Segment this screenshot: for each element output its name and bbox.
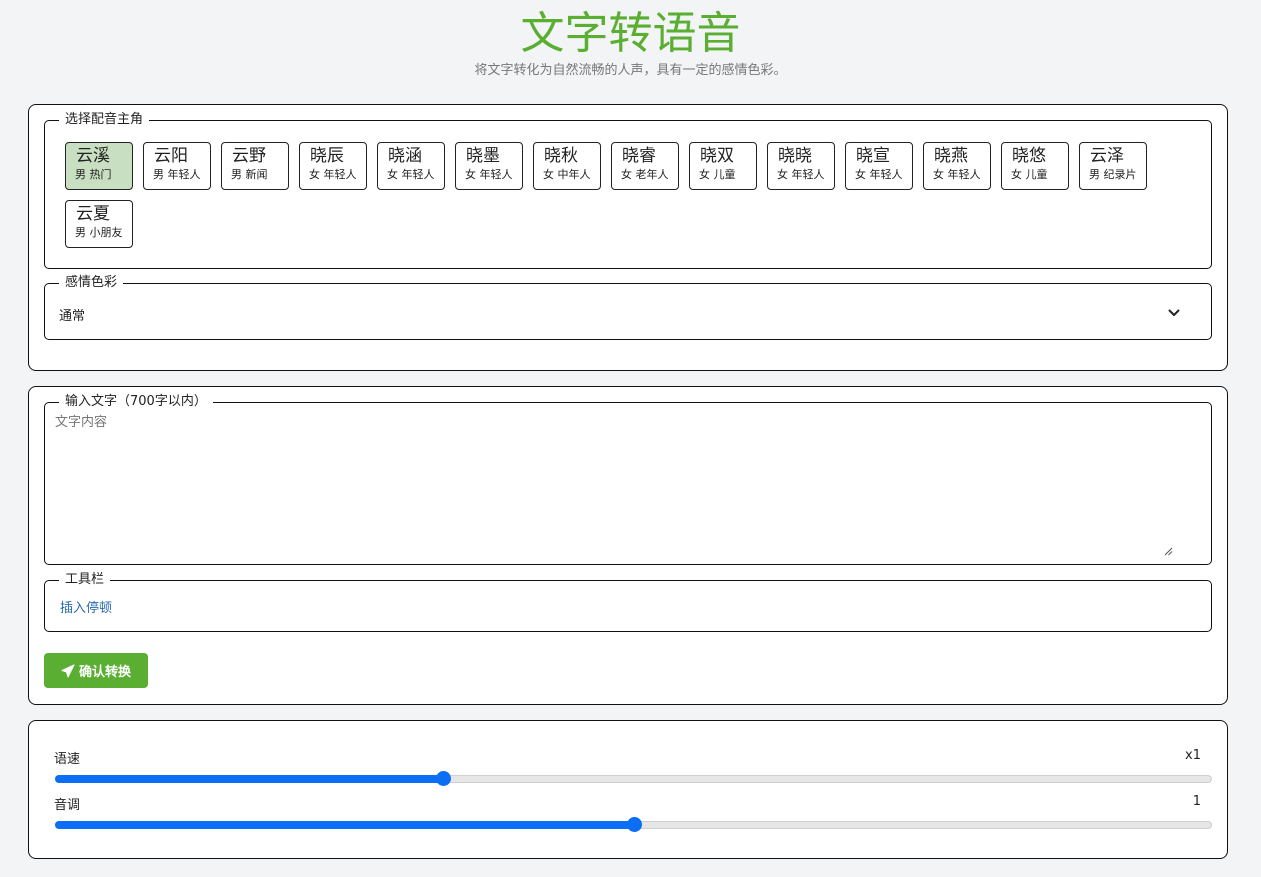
voice-option[interactable]: 晓秋女 中年人 bbox=[533, 142, 601, 190]
emotion-legend: 感情色彩 bbox=[65, 275, 118, 290]
voice-name: 晓晓 bbox=[778, 146, 812, 166]
slider-card: 语速 x1 音调 1 bbox=[28, 720, 1228, 859]
emotion-select-value: 通常 bbox=[59, 309, 86, 324]
input-card: 输入文字（700字以内） 工具栏 插入停顿 确认转换 bbox=[28, 386, 1228, 705]
text-input[interactable] bbox=[55, 411, 1185, 557]
pitch-slider-thumb[interactable] bbox=[627, 817, 642, 832]
voice-name: 晓悠 bbox=[1012, 146, 1046, 166]
voice-desc: 女 年轻人 bbox=[309, 168, 357, 181]
voice-option[interactable]: 晓宣女 年轻人 bbox=[845, 142, 913, 190]
voice-option[interactable]: 晓辰女 年轻人 bbox=[299, 142, 367, 190]
voice-name: 晓辰 bbox=[310, 146, 344, 166]
text-legend: 输入文字（700字以内） bbox=[65, 394, 207, 409]
speed-slider-fill bbox=[55, 775, 444, 783]
emotion-select[interactable]: 通常 bbox=[59, 305, 1180, 325]
voice-desc: 女 年轻人 bbox=[777, 168, 825, 181]
pitch-value: 1 bbox=[1192, 794, 1201, 809]
speed-value: x1 bbox=[1185, 748, 1201, 763]
voice-desc: 女 年轻人 bbox=[387, 168, 435, 181]
pitch-slider[interactable] bbox=[55, 817, 1212, 832]
voice-name: 晓宣 bbox=[856, 146, 890, 166]
voice-desc: 男 热门 bbox=[75, 168, 112, 181]
voice-option[interactable]: 晓悠女 儿童 bbox=[1001, 142, 1069, 190]
voice-desc: 女 儿童 bbox=[699, 168, 736, 181]
voice-name: 晓涵 bbox=[388, 146, 422, 166]
resize-grip-icon[interactable] bbox=[1164, 547, 1173, 556]
pitch-label: 音调 bbox=[54, 798, 81, 813]
voice-desc: 男 纪录片 bbox=[1089, 168, 1137, 181]
voice-desc: 女 中年人 bbox=[543, 168, 591, 181]
speed-slider-thumb[interactable] bbox=[436, 771, 451, 786]
voice-name: 晓睿 bbox=[622, 146, 656, 166]
voice-option[interactable]: 云泽男 纪录片 bbox=[1079, 142, 1147, 190]
voice-name: 晓秋 bbox=[544, 146, 578, 166]
voice-desc: 女 老年人 bbox=[621, 168, 669, 181]
page-title: 文字转语音 bbox=[520, 8, 741, 59]
confirm-button[interactable]: 确认转换 bbox=[44, 653, 148, 688]
voice-desc: 男 年轻人 bbox=[153, 168, 201, 181]
voice-option[interactable]: 晓燕女 年轻人 bbox=[923, 142, 991, 190]
voice-name: 云泽 bbox=[1090, 146, 1124, 166]
voice-name: 云溪 bbox=[76, 146, 110, 166]
voice-option[interactable]: 晓双女 儿童 bbox=[689, 142, 757, 190]
page-subtitle: 将文字转化为自然流畅的人声，具有一定的感情色彩。 bbox=[474, 63, 787, 78]
voice-card: 选择配音主角 云溪男 热门 云阳男 年轻人 云野男 新闻 晓辰女 年轻人 晓涵女 年轻人… bbox=[28, 104, 1228, 371]
voice-desc: 女 儿童 bbox=[1011, 168, 1048, 181]
voice-option[interactable]: 晓晓女 年轻人 bbox=[767, 142, 835, 190]
voice-name: 云夏 bbox=[76, 204, 110, 224]
voice-option[interactable]: 云溪男 热门 bbox=[65, 142, 133, 190]
voice-desc: 女 年轻人 bbox=[465, 168, 513, 181]
speed-label: 语速 bbox=[54, 752, 81, 767]
toolbar-fieldset: 工具栏 bbox=[44, 573, 1212, 632]
voice-name: 晓双 bbox=[700, 146, 734, 166]
voice-name: 晓墨 bbox=[466, 146, 500, 166]
voice-desc: 男 小朋友 bbox=[75, 226, 123, 239]
voice-list: 云溪男 热门 云阳男 年轻人 云野男 新闻 晓辰女 年轻人 晓涵女 年轻人 晓墨女 年轻人… bbox=[65, 142, 1165, 248]
voice-name: 云阳 bbox=[154, 146, 188, 166]
speed-slider[interactable] bbox=[55, 771, 1212, 786]
send-icon bbox=[61, 664, 75, 677]
voice-option[interactable]: 云夏男 小朋友 bbox=[65, 200, 133, 248]
voice-name: 云野 bbox=[232, 146, 266, 166]
voice-name: 晓燕 bbox=[934, 146, 968, 166]
toolbar-legend: 工具栏 bbox=[65, 572, 105, 587]
voice-desc: 女 年轻人 bbox=[933, 168, 981, 181]
voice-option[interactable]: 晓涵女 年轻人 bbox=[377, 142, 445, 190]
insert-pause-link[interactable]: 插入停顿 bbox=[60, 597, 112, 616]
voice-option[interactable]: 云野男 新闻 bbox=[221, 142, 289, 190]
chevron-down-icon bbox=[1168, 309, 1180, 316]
voice-option[interactable]: 晓睿女 老年人 bbox=[611, 142, 679, 190]
voice-option[interactable]: 云阳男 年轻人 bbox=[143, 142, 211, 190]
voice-option[interactable]: 晓墨女 年轻人 bbox=[455, 142, 523, 190]
voice-legend: 选择配音主角 bbox=[65, 112, 144, 127]
confirm-button-label: 确认转换 bbox=[78, 665, 131, 680]
voice-desc: 男 新闻 bbox=[231, 168, 268, 181]
voice-desc: 女 年轻人 bbox=[855, 168, 903, 181]
pitch-slider-fill bbox=[55, 821, 635, 829]
